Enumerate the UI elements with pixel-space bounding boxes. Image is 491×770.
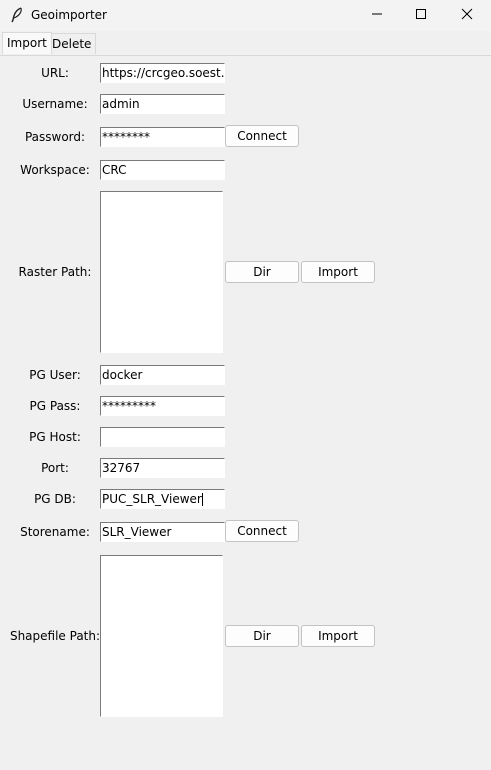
raster-path-listbox[interactable] xyxy=(100,191,223,353)
shapefile-path-label: Shapefile Path: xyxy=(9,629,101,643)
pg-host-label: PG Host: xyxy=(29,430,81,444)
url-label: URL: xyxy=(41,66,69,80)
title-bar: Geoimporter xyxy=(0,0,491,31)
pg-db-label: PG DB: xyxy=(34,492,76,506)
tab-delete[interactable]: Delete xyxy=(47,33,97,54)
username-input[interactable]: admin xyxy=(100,94,225,114)
connect-button[interactable]: Connect xyxy=(225,125,299,147)
close-button[interactable] xyxy=(444,0,490,31)
maximize-button[interactable] xyxy=(398,0,444,31)
minimize-button[interactable] xyxy=(354,0,400,31)
raster-import-button[interactable]: Import xyxy=(301,261,375,283)
pg-host-input[interactable] xyxy=(100,427,225,447)
store-connect-button[interactable]: Connect xyxy=(225,520,299,542)
raster-path-label: Raster Path: xyxy=(18,265,92,279)
username-label: Username: xyxy=(22,97,88,111)
shapefile-dir-button[interactable]: Dir xyxy=(225,625,299,647)
port-label: Port: xyxy=(41,461,69,475)
tab-bar: Import Delete xyxy=(0,32,491,56)
password-label: Password: xyxy=(24,130,86,144)
minimize-icon xyxy=(371,8,383,23)
pg-pass-input[interactable]: ********* xyxy=(100,396,225,416)
shapefile-path-listbox[interactable] xyxy=(100,555,223,717)
pg-pass-label: PG Pass: xyxy=(29,399,81,413)
storename-label: Storename: xyxy=(20,525,90,539)
maximize-icon xyxy=(415,8,427,23)
pg-user-label: PG User: xyxy=(29,368,81,382)
password-input[interactable]: ******** xyxy=(100,127,225,147)
pg-db-input[interactable]: PUC_SLR_Viewer xyxy=(100,489,225,509)
workspace-label: Workspace: xyxy=(20,163,90,177)
close-icon xyxy=(461,8,473,23)
window-title: Geoimporter xyxy=(31,8,107,22)
tab-import[interactable]: Import xyxy=(2,32,52,54)
url-input[interactable]: https://crcgeo.soest.ha xyxy=(100,63,225,83)
shapefile-import-button[interactable]: Import xyxy=(301,625,375,647)
pg-user-input[interactable]: docker xyxy=(100,365,225,385)
workspace-input[interactable]: CRC xyxy=(100,160,225,180)
storename-input[interactable]: SLR_Viewer xyxy=(100,522,225,542)
text-cursor xyxy=(201,493,203,506)
port-input[interactable]: 32767 xyxy=(100,458,225,478)
pg-db-value: PUC_SLR_Viewer xyxy=(102,492,202,506)
feather-icon xyxy=(10,7,24,23)
raster-dir-button[interactable]: Dir xyxy=(225,261,299,283)
